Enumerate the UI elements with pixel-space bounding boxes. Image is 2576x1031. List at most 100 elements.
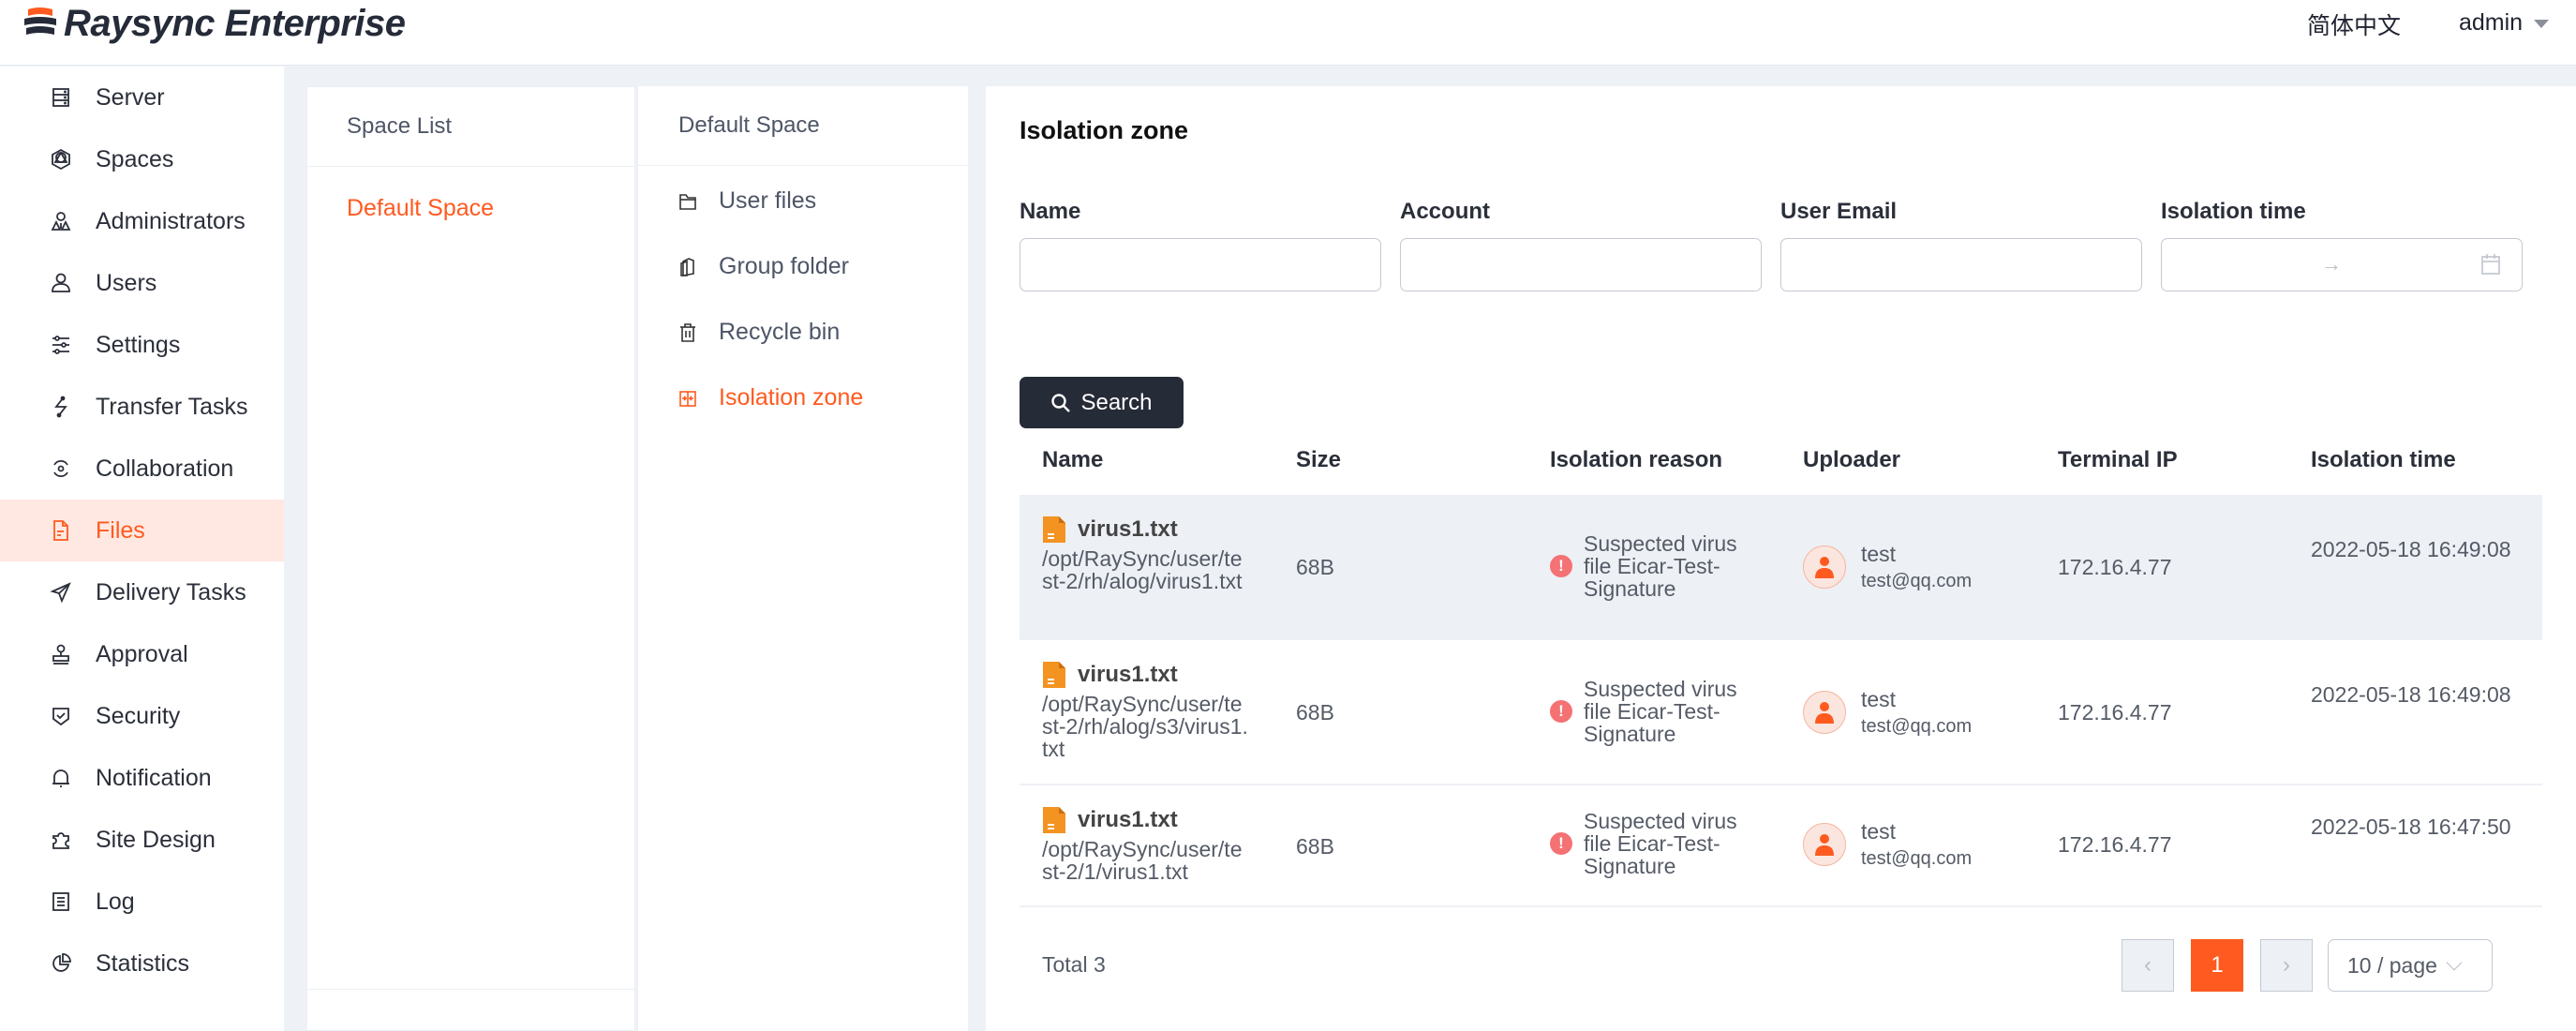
name-filter-input[interactable] [1020, 239, 1380, 291]
caret-down-icon [2534, 20, 2550, 28]
table-row[interactable]: virus1.txt /opt/RaySync/user/test-2/rh/a… [1020, 640, 2542, 785]
sidebar-item-server[interactable]: Server [0, 67, 284, 128]
uploader-cell: test test@qq.com [1803, 685, 1972, 740]
server-icon [49, 85, 73, 110]
reason-cell: ! Suspected virus file Eicar-Test-Signat… [1550, 678, 1757, 745]
avatar [1803, 545, 1846, 589]
search-button[interactable]: Search [1020, 377, 1184, 428]
user-avatar-icon [1815, 834, 1834, 856]
space-item-default-space[interactable]: Default Space [307, 195, 634, 222]
file-cell: virus1.txt /opt/RaySync/user/test-2/rh/a… [1042, 516, 1248, 592]
file-cell: virus1.txt /opt/RaySync/user/test-2/1/vi… [1042, 806, 1248, 883]
file-name: virus1.txt [1042, 661, 1248, 689]
bell-icon [49, 766, 73, 790]
sidebar-item-users[interactable]: Users [0, 252, 284, 314]
avatar [1803, 691, 1846, 734]
email-filter-field [1780, 238, 2142, 291]
menu-item-isolation-zone[interactable]: Isolation zone [678, 384, 863, 411]
prev-page-button[interactable]: ‹ [2122, 939, 2174, 992]
table-row[interactable]: virus1.txt /opt/RaySync/user/test-2/rh/a… [1020, 495, 2542, 640]
menu-item-group-folder[interactable]: Group folder [678, 253, 849, 280]
ip-cell: 172.16.4.77 [2058, 555, 2172, 579]
default-space-panel: Default Space User files Group folder Re… [637, 86, 968, 1031]
logo[interactable]: Raysync Enterprise [21, 2, 406, 45]
uploader-email: test@qq.com [1861, 571, 1973, 591]
language-switch[interactable]: 简体中文 [2307, 7, 2401, 41]
pie-chart-icon [49, 951, 73, 976]
sidebar-item-administrators[interactable]: Administrators [0, 190, 284, 252]
sidebar-item-label: Server [96, 83, 165, 111]
isolation-table: Name Size Isolation reason Uploader Term… [1020, 428, 2542, 907]
shield-check-icon [49, 704, 73, 728]
text-file-icon [1043, 662, 1065, 688]
name-filter-field [1020, 238, 1381, 291]
file-name: virus1.txt [1042, 516, 1248, 544]
uploader-email: test@qq.com [1861, 716, 1973, 737]
user-avatar-icon [1815, 557, 1834, 578]
sidebar-item-site-design[interactable]: Site Design [0, 809, 284, 871]
page-1-button[interactable]: 1 [2191, 939, 2243, 992]
group-folder-icon [678, 256, 699, 278]
sidebar-item-transfer-tasks[interactable]: Transfer Tasks [0, 376, 284, 438]
transfer-icon [49, 395, 73, 419]
account-filter-field [1400, 238, 1762, 291]
time-range-picker[interactable]: → [2161, 238, 2523, 291]
sidebar-item-label: Security [96, 702, 181, 729]
avatar [1803, 823, 1846, 866]
time-cell: 2022-05-18 16:47:50 [2311, 814, 2511, 839]
name-filter-label: Name [1020, 199, 1081, 224]
sidebar-item-label: Settings [96, 331, 181, 358]
page-title: Isolation zone [1020, 116, 1189, 144]
column-header-ip: Terminal IP [2058, 447, 2178, 472]
table-row[interactable]: virus1.txt /opt/RaySync/user/test-2/1/vi… [1020, 785, 2542, 907]
menu-item-label: Recycle bin [719, 319, 841, 345]
email-filter-input[interactable] [1781, 239, 2141, 291]
uploader-email: test@qq.com [1861, 848, 1973, 869]
account-filter-label: Account [1400, 199, 1490, 224]
ip-cell: 172.16.4.77 [2058, 700, 2172, 725]
sidebar-item-label: Administrators [96, 207, 246, 234]
app-title: Raysync Enterprise [64, 3, 406, 44]
file-path: /opt/RaySync/user/test-2/rh/alog/s3/viru… [1042, 692, 1248, 761]
page-size-select[interactable]: 10 / page [2328, 939, 2493, 992]
sidebar-item-label: Site Design [96, 826, 216, 853]
search-icon [1051, 393, 1071, 412]
user-menu[interactable]: admin [2459, 9, 2550, 37]
size-cell: 68B [1296, 555, 1334, 579]
space-list-title: Space List [307, 87, 634, 167]
sidebar-item-delivery-tasks[interactable]: Delivery Tasks [0, 561, 284, 623]
next-page-button[interactable]: › [2260, 939, 2313, 992]
sidebar-item-notification[interactable]: Notification [0, 747, 284, 809]
menu-item-user-files[interactable]: User files [678, 187, 816, 215]
table-header: Name Size Isolation reason Uploader Term… [1020, 428, 2542, 495]
folder-icon [678, 190, 699, 213]
sidebar-item-spaces[interactable]: Spaces [0, 128, 284, 190]
uploader-name: test [1861, 819, 1897, 844]
sidebar-item-approval[interactable]: Approval [0, 623, 284, 685]
sidebar-item-log[interactable]: Log [0, 871, 284, 933]
file-path: /opt/RaySync/user/test-2/rh/alog/virus1.… [1042, 546, 1243, 593]
menu-item-recycle-bin[interactable]: Recycle bin [678, 319, 840, 346]
sidebar-item-label: Transfer Tasks [96, 393, 248, 420]
sidebar-item-label: Files [96, 516, 145, 544]
space-list-panel: Space List Default Space [306, 86, 635, 1031]
isolation-icon [678, 387, 699, 410]
sidebar-item-settings[interactable]: Settings [0, 314, 284, 376]
spaces-icon [49, 147, 73, 172]
sidebar-item-label: Statistics [96, 949, 190, 977]
sidebar-item-security[interactable]: Security [0, 685, 284, 747]
sidebar-item-files[interactable]: Files [0, 500, 284, 561]
sidebar-item-statistics[interactable]: Statistics [0, 933, 284, 994]
time-cell: 2022-05-18 16:49:08 [2311, 537, 2511, 561]
sidebar-item-label: Notification [96, 764, 212, 791]
sidebar-item-collaboration[interactable]: Collaboration [0, 438, 284, 500]
total-count: Total 3 [1042, 952, 1106, 977]
account-filter-input[interactable] [1401, 239, 1761, 291]
default-space-title: Default Space [638, 86, 968, 166]
file-cell: virus1.txt /opt/RaySync/user/test-2/rh/a… [1042, 661, 1248, 760]
column-header-size: Size [1296, 447, 1342, 472]
send-icon [49, 580, 73, 605]
top-header: Raysync Enterprise 简体中文 admin [0, 0, 2576, 66]
file-icon [49, 518, 73, 543]
uploader-cell: test test@qq.com [1803, 817, 1972, 872]
